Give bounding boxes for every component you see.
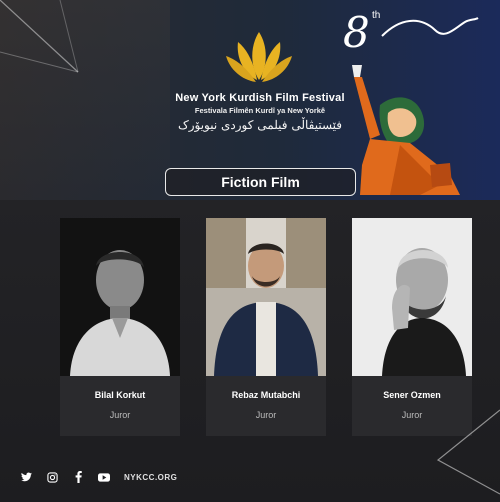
festival-title: New York Kurdish Film Festival [175, 92, 345, 104]
juror-role: Juror [255, 410, 277, 420]
instagram-icon[interactable] [46, 471, 58, 483]
juror-photo [60, 218, 180, 376]
social-footer: NYKCC.ORG [20, 468, 177, 486]
lotus-logo [226, 32, 292, 82]
juror-photo [352, 218, 472, 376]
juror-name: Bilal Korkut [94, 390, 146, 400]
juror-name: Sener Ozmen [383, 390, 441, 400]
statue-illustration [352, 65, 460, 195]
juror-card: Bilal Korkut Juror [60, 218, 180, 436]
juror-name: Rebaz Mutabchi [231, 390, 301, 400]
flourish-icon [381, 17, 479, 37]
edition-number: 8 [343, 8, 370, 57]
festival-subtitle: Festivala Filmên Kurdî ya New Yorkê [194, 106, 326, 115]
juror-role: Juror [109, 410, 131, 420]
category-label: Fiction Film [165, 168, 356, 196]
festival-title-kurdish: فێستیڤاڵی فیلمی کوردی نیویۆرک [177, 118, 343, 132]
youtube-icon[interactable] [98, 471, 110, 483]
juror-photo [206, 218, 326, 376]
twitter-icon[interactable] [20, 471, 32, 483]
website-link[interactable]: NYKCC.ORG [124, 473, 177, 482]
decorative-triangle [436, 409, 500, 495]
juror-card: Rebaz Mutabchi Juror [206, 218, 326, 436]
facebook-icon[interactable] [72, 471, 84, 483]
